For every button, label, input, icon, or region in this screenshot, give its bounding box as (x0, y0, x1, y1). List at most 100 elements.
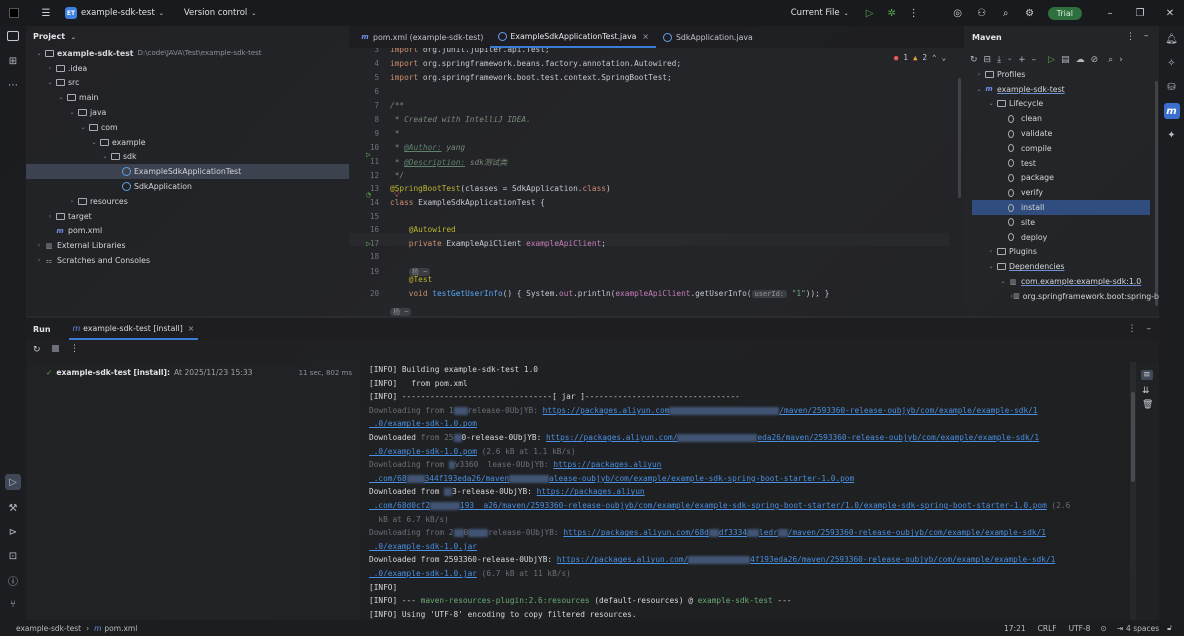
chevron-right-icon[interactable]: › (34, 242, 44, 249)
more-actions-icon[interactable]: ⋮ (906, 5, 922, 21)
run-minimize-icon[interactable]: – (1147, 324, 1152, 334)
project-tree-item[interactable]: ⌄ example (26, 135, 349, 150)
settings-gear-icon[interactable]: ⚙ (1022, 5, 1038, 21)
maven-tree-item[interactable]: install (972, 200, 1150, 215)
maven-tree-item[interactable]: package (964, 171, 1159, 186)
editor-tab[interactable]: m pom.xml (example-sdk-test) (353, 26, 490, 48)
close-icon[interactable]: × (188, 324, 195, 333)
project-tree-item[interactable]: › ▥ External Libraries (26, 238, 349, 253)
run-icon[interactable]: ▷ (862, 5, 878, 21)
run-toolbar-more-icon[interactable]: ⋮ (70, 344, 79, 354)
project-tree-item[interactable]: › resources (26, 194, 349, 209)
chevron-down-icon[interactable]: ⌄ (67, 109, 77, 116)
maven-expand-icon[interactable]: › (1119, 55, 1123, 65)
maven-tree-item[interactable]: › Profiles (964, 67, 1159, 82)
maven-tree-item[interactable]: › Plugins (964, 245, 1159, 260)
chevron-right-icon[interactable]: › (34, 257, 44, 264)
project-tree-item[interactable]: › ⚏ Scratches and Consoles (26, 253, 349, 268)
project-tree-item[interactable]: ⌄ src (26, 76, 349, 91)
stop-icon[interactable] (52, 345, 59, 352)
file-encoding[interactable]: UTF-8 (1069, 624, 1091, 633)
chevron-down-icon[interactable]: ⌄ (100, 153, 110, 160)
project-tree-item[interactable]: › target (26, 209, 349, 224)
project-tree-item[interactable]: m pom.xml (26, 224, 349, 239)
close-window-icon[interactable]: ✕ (1162, 5, 1178, 21)
editor-tab[interactable]: SdkApplication.java (656, 26, 760, 48)
project-tree-item[interactable]: ⌄ com (26, 120, 349, 135)
chevron-down-icon[interactable]: ⌄ (974, 86, 984, 93)
maven-window-icon[interactable]: ▤ (1061, 55, 1070, 65)
project-switcher[interactable]: ET example-sdk-test ⌄ (60, 4, 169, 22)
download-icon[interactable]: ⤓ (997, 55, 1001, 65)
project-tree-item[interactable]: ⌄ sdk (26, 150, 349, 165)
trial-button[interactable]: Trial (1047, 6, 1082, 20)
version-control-menu[interactable]: Version control ⌄ (179, 4, 261, 22)
git-tool-icon[interactable]: ⑂ (5, 596, 21, 612)
run-tool-icon[interactable]: ▷ (5, 474, 21, 490)
chevron-down-icon[interactable]: ⌄ (34, 50, 44, 57)
maven-tree-item[interactable]: compile (964, 141, 1159, 156)
project-tree-item[interactable]: ⌄ java (26, 105, 349, 120)
ai-assistant-icon[interactable]: ◎ (950, 5, 966, 21)
chevron-right-icon[interactable]: › (986, 248, 996, 255)
maven-tree-item[interactable]: deploy (964, 230, 1159, 245)
maven-tree-item[interactable]: ⌄ m example-sdk-test (964, 82, 1159, 97)
app-logo-icon[interactable] (6, 5, 22, 21)
add-user-icon[interactable]: ⚇ (974, 5, 990, 21)
run-config-selector[interactable]: Current File ⌄ (786, 4, 854, 22)
breadcrumb-project[interactable]: example-sdk-test (16, 624, 81, 633)
chevron-down-icon[interactable]: ⌄ (986, 263, 996, 270)
maven-tree-item[interactable]: ⌄ ▥ com.example:example-sdk:1.0 (964, 274, 1159, 289)
remove-icon[interactable]: – (1032, 55, 1037, 65)
chevron-right-icon[interactable]: › (974, 71, 984, 78)
maven-tree-item[interactable]: ⌄ Lifecycle (964, 97, 1159, 112)
chevron-down-icon[interactable]: ⌄ (998, 278, 1008, 285)
chevron-down-icon[interactable]: ⌄ (45, 79, 55, 86)
maven-tree-item[interactable]: clean (964, 111, 1159, 126)
skip-tests-icon[interactable]: ⊘ (1091, 55, 1099, 65)
inspection-widget[interactable]: ● 1 ▲ 2 ⌃ ⌄ (894, 53, 946, 62)
intention-bulb-icon[interactable]: 💡︎ (394, 190, 400, 200)
maven-tree-item[interactable]: ⌄ Dependencies (964, 259, 1159, 274)
ai-icon[interactable]: ✧ (1164, 55, 1180, 71)
run-more-icon[interactable]: ⋮ (1128, 324, 1137, 334)
maven-tree-item[interactable]: site (964, 215, 1159, 230)
run-test-class-icon[interactable]: ▷ (366, 150, 371, 159)
main-menu-icon[interactable]: ☰ (38, 5, 54, 21)
run-tab[interactable]: m example-sdk-test [install] × (68, 318, 199, 340)
terminal-tool-icon[interactable]: ⊡ (5, 548, 21, 564)
lock-icon[interactable]: 🔓︎ (1167, 623, 1172, 633)
maven-tree-item[interactable]: validate (964, 126, 1159, 141)
run-maven-icon[interactable]: ▷ (1048, 55, 1055, 65)
generate-sources-icon[interactable]: ⊟ (984, 55, 992, 65)
run-tree-item[interactable]: ✓ example-sdk-test [install]: At 2025/11… (46, 368, 356, 377)
database-icon[interactable]: ⛁ (1164, 79, 1180, 95)
autowired-icon[interactable]: ◔ (366, 190, 371, 199)
structure-tool-icon[interactable]: ⊞ (5, 53, 21, 69)
project-tree-item[interactable]: › .idea (26, 61, 349, 76)
gradle-icon[interactable]: ✦ (1164, 127, 1180, 143)
console-scrollbar[interactable] (1131, 392, 1135, 482)
breadcrumb-file[interactable]: pom.xml (104, 624, 137, 633)
chevron-down-icon[interactable]: ⌄ (89, 139, 99, 146)
editor-tab[interactable]: ExampleSdkApplicationTest.java × (490, 26, 656, 48)
project-panel-header[interactable]: Project ⌄ (33, 32, 76, 41)
project-tree-item[interactable]: ExampleSdkApplicationTest (26, 164, 349, 180)
read-only-icon[interactable]: ⊙ (1100, 624, 1106, 633)
soft-wrap-icon[interactable]: ≡ (1141, 370, 1153, 380)
maven-header-minimize-icon[interactable]: – (1144, 31, 1149, 41)
indent-setting[interactable]: 4 spaces (1126, 624, 1159, 633)
problems-tool-icon[interactable]: ⓘ (5, 572, 21, 588)
maven-header-more-icon[interactable]: ⋮ (1126, 32, 1135, 42)
scroll-to-end-icon[interactable]: ⇊ (1142, 386, 1150, 396)
line-separator[interactable]: CRLF (1038, 624, 1057, 633)
project-tree-item[interactable]: SdkApplication (26, 179, 349, 194)
maven-tree-item[interactable]: › ▥ org.springframework.boot:spring-b (964, 289, 1159, 304)
chevron-down-icon[interactable]: ⌄ (78, 124, 88, 131)
maven-search-icon[interactable]: ⌕ (1108, 55, 1113, 65)
build-tool-icon[interactable]: ⚒ (5, 500, 21, 516)
run-test-method-icon[interactable]: ▷ (366, 239, 371, 248)
search-icon[interactable]: ⌕ (998, 5, 1014, 21)
restore-icon[interactable]: ❐ (1132, 5, 1148, 21)
maven-tree-item[interactable]: test (964, 156, 1159, 171)
